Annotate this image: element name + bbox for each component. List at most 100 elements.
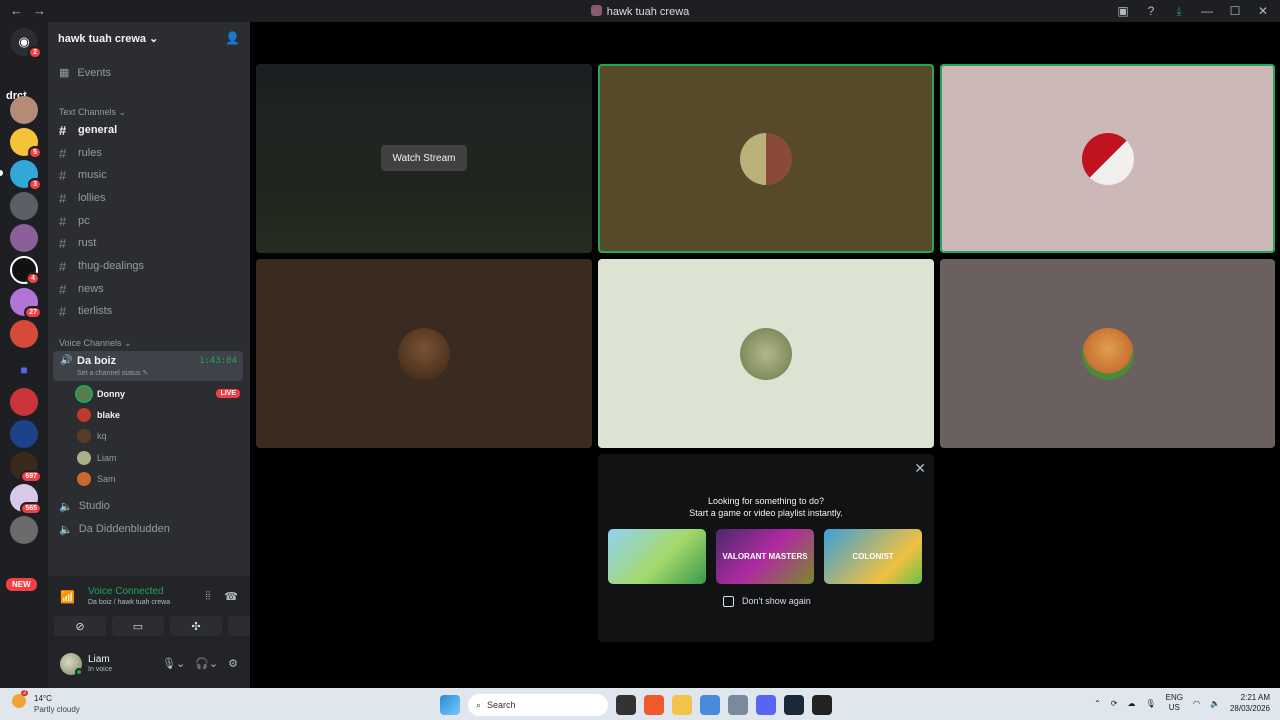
close-icon[interactable]: ✕ (914, 460, 926, 477)
channel-tierlists[interactable]: # tierlists (59, 301, 243, 321)
brave-icon[interactable] (644, 695, 664, 715)
participant-tile[interactable] (598, 259, 934, 448)
minimize-button[interactable]: — (1200, 4, 1214, 19)
new-button[interactable]: NEW (6, 578, 37, 591)
participant-tile[interactable] (598, 64, 934, 253)
chevron-up-icon[interactable]: ⌃ (1094, 699, 1101, 708)
close-window-button[interactable]: ✕ (1256, 4, 1270, 19)
screen-share-icon[interactable]: ▭ (112, 616, 164, 636)
file-explorer-icon[interactable] (672, 695, 692, 715)
hash-icon: # (59, 235, 67, 251)
server-icon-5[interactable] (10, 224, 38, 252)
channel-news[interactable]: # news (59, 279, 243, 299)
task-view-icon[interactable] (616, 695, 636, 715)
server-icon-4[interactable] (10, 192, 38, 220)
discord-taskbar-icon[interactable] (756, 695, 776, 715)
server-icon-2[interactable]: 5 (10, 128, 42, 159)
dont-show-label[interactable]: Don't show again (742, 596, 811, 606)
voice-member-kq[interactable]: kq (77, 427, 107, 445)
channel-rust[interactable]: # rust (59, 233, 243, 253)
tray-icon[interactable]: ☁ (1128, 699, 1136, 708)
voice-member-donny[interactable]: Donny (77, 385, 125, 403)
server-icon-13[interactable] (10, 516, 38, 544)
server-icon-6[interactable]: 4 (10, 256, 40, 285)
voice-connected-label[interactable]: Voice Connected (88, 586, 164, 597)
server-icon-10[interactable] (10, 420, 38, 448)
server-header[interactable]: hawk tuah crewa ⌄ 👤 (48, 22, 250, 54)
category-voice-channels[interactable]: Voice Channels ⌄ (59, 338, 132, 349)
inbox-icon[interactable]: ▣ (1116, 4, 1130, 19)
avatar (1081, 327, 1134, 380)
user-panel: 📶 Voice Connected Da boiz / hawk tuah cr… (48, 576, 280, 688)
voice-channel-label: Studio (78, 500, 110, 512)
activity-card-1[interactable] (608, 529, 706, 584)
channel-music[interactable]: # music (59, 165, 243, 185)
clock[interactable]: 2:21 AM 28/03/2026 (1230, 692, 1270, 714)
tray-icon[interactable]: ⟳ (1111, 699, 1118, 708)
add-member-icon[interactable]: 👤 (225, 31, 240, 45)
avatar (740, 327, 792, 380)
volume-icon[interactable]: 🔈 (1210, 699, 1220, 708)
wifi-icon[interactable]: ◠ (1193, 699, 1200, 708)
windows-start-icon[interactable] (440, 695, 460, 715)
gear-icon[interactable]: ⚙ (228, 657, 238, 670)
participant-tile[interactable] (940, 64, 1275, 253)
hash-icon: # (59, 122, 67, 138)
app-icon[interactable] (812, 695, 832, 715)
server-icon-3[interactable]: 3 (10, 160, 42, 191)
signal-icon[interactable]: 📶 (60, 590, 75, 604)
server-icon-12[interactable]: 565 (10, 484, 42, 515)
disconnect-icon[interactable]: ☎ (224, 590, 238, 603)
mic-icon[interactable]: 🎙⌄ (162, 657, 185, 670)
activity-card-colonist[interactable]: COLONIST (824, 529, 922, 584)
watch-stream-button[interactable]: Watch Stream (381, 145, 467, 171)
voice-location[interactable]: Da boiz / hawk tuah crewa (88, 599, 170, 606)
headphones-icon[interactable]: 🎧⌄ (195, 657, 218, 670)
mic-tray-icon[interactable]: 🎙 (1146, 699, 1156, 708)
participant-tile[interactable] (940, 259, 1275, 448)
region-code: US (1168, 703, 1180, 712)
server-icon-1[interactable] (10, 96, 38, 124)
help-icon[interactable]: ? (1144, 4, 1158, 19)
discord-icon[interactable]: ◉ 2 (10, 28, 42, 59)
category-text-channels[interactable]: Text Channels ⌄ (59, 107, 126, 118)
settings-icon[interactable] (728, 695, 748, 715)
download-icon[interactable]: ⤓ (1172, 4, 1186, 19)
avatar (398, 327, 450, 380)
channel-general[interactable]: # general (59, 120, 243, 140)
maximize-button[interactable]: ☐ (1228, 4, 1242, 19)
channel-lollies[interactable]: # lollies (59, 188, 243, 208)
steam-icon[interactable] (784, 695, 804, 715)
camera-off-icon[interactable]: ⊘ (54, 616, 106, 636)
search-box[interactable]: ⌕ Search (468, 694, 608, 716)
set-status-link[interactable]: Set a channel status ✎ (77, 369, 148, 377)
voice-channel-da-boiz[interactable]: 🔊 Da boiz 1:43:04 Set a channel status ✎ (53, 351, 243, 381)
server-icon-9[interactable] (10, 388, 38, 416)
stream-tile[interactable]: Watch Stream (256, 64, 592, 253)
channel-label: tierlists (78, 305, 113, 317)
noise-suppression-icon[interactable]: ⦙⦙ (205, 590, 210, 603)
server-icon-7[interactable]: 27 (10, 288, 42, 319)
channel-thug-dealings[interactable]: # thug-dealings (59, 256, 243, 276)
server-name[interactable]: hawk tuah crewa ⌄ (58, 32, 158, 45)
server-icon-8[interactable] (10, 320, 38, 348)
events-link[interactable]: ▦ Events (59, 66, 111, 80)
notepad-icon[interactable] (700, 695, 720, 715)
server-icon-11[interactable]: 697 (10, 452, 42, 483)
activity-icon[interactable]: ✣ (170, 616, 222, 636)
user-name[interactable]: Liam (88, 654, 110, 665)
voice-member-blake[interactable]: blake (77, 406, 120, 424)
voice-channel-studio[interactable]: 🔈 Studio (59, 500, 110, 513)
avatar (1081, 132, 1134, 185)
language-indicator[interactable]: ENG US (1166, 693, 1183, 713)
voice-member-sam[interactable]: Sam (77, 470, 116, 488)
voice-member-liam[interactable]: Liam (77, 449, 117, 467)
dont-show-checkbox[interactable] (723, 596, 734, 607)
channel-pc[interactable]: # pc (59, 211, 243, 231)
channel-rules[interactable]: # rules (59, 143, 243, 163)
participant-tile[interactable] (256, 259, 592, 448)
folder-icon[interactable]: ■ (10, 356, 38, 384)
voice-channel-da-diddenbludden[interactable]: 🔈 Da Diddenbludden (59, 523, 170, 536)
activity-card-valorant[interactable]: VALORANT MASTERS (716, 529, 814, 584)
badge: 3 (28, 178, 42, 191)
